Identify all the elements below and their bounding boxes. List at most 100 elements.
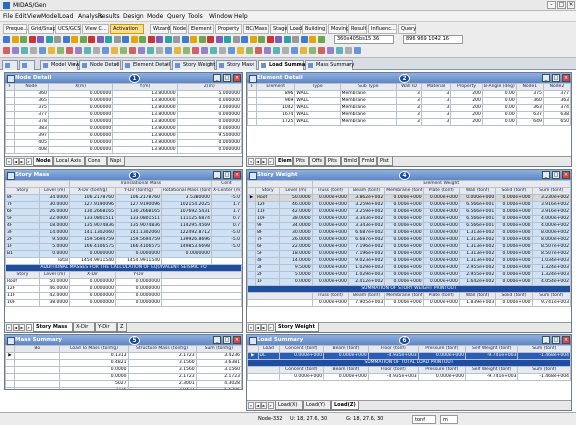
table-row[interactable]: 11F 42.0000 0.000e+000 3.259e+002 0.000e+000… xyxy=(247,208,571,216)
menu-item-file[interactable]: File xyxy=(3,13,13,20)
sum-row[interactable]: 0.000e+000 0.000e+000 -4.935e+003 0.000e+00… xyxy=(247,373,571,381)
toolbar-tool-icon[interactable] xyxy=(93,47,100,54)
table-row[interactable]: 12F 46.0000 0.0000000 0.0000000 xyxy=(5,285,242,293)
table-row[interactable]: 365 0.000000 13.800000 0.000000 xyxy=(5,97,242,105)
minimize-pane-button[interactable]: _ xyxy=(542,74,550,82)
toolbar-tool-icon[interactable] xyxy=(37,36,44,43)
toolbar-tool-icon[interactable] xyxy=(138,47,145,54)
toolbar-tool-icon[interactable] xyxy=(21,47,28,54)
selection-combo-2[interactable]: 896 969 1042 16 xyxy=(403,35,463,44)
doc-tab-node-detail[interactable]: Node Detail × xyxy=(79,60,121,70)
toolbar-tool-icon[interactable] xyxy=(237,47,244,54)
toolbar-tab-property[interactable]: Property xyxy=(215,24,242,34)
table-row[interactable]: ▶ DL 0.000e+000 0.000e+000 -4.935e+003 0.000e… xyxy=(247,352,571,360)
tab-nav-button[interactable]: ► xyxy=(261,158,267,165)
table-row[interactable]: B1 0.0000 0.0000000 0.0000000 0.0000000 xyxy=(5,250,242,258)
toolbar-tool-icon[interactable] xyxy=(84,47,91,54)
toolbar-tool-icon[interactable] xyxy=(129,47,136,54)
toolbar-tool-icon[interactable] xyxy=(113,36,121,43)
tab-nav-button[interactable]: » xyxy=(25,324,32,331)
tab-nav-button[interactable]: « xyxy=(248,402,254,409)
table-row[interactable]: 0.4821 3.1560 3.6381 xyxy=(5,359,242,367)
toolbar-tool-icon[interactable] xyxy=(207,36,214,43)
tab-nav-button[interactable]: » xyxy=(25,158,32,165)
toolbar-tool-icon[interactable] xyxy=(11,36,19,43)
sheet-tab-nspi[interactable]: Nspi xyxy=(107,157,125,166)
toolbar-tool-icon[interactable] xyxy=(275,36,282,43)
toolbar-tab-gridsnap[interactable]: Grid/Snap xyxy=(28,24,56,34)
toolbar-tab-preque[interactable]: Preque... xyxy=(3,24,28,34)
table-row[interactable]: 1674 WALL Membrane 3 3 200 0.00 637 638 xyxy=(247,111,571,119)
close-tab-icon[interactable]: × xyxy=(347,61,351,70)
tab-nav-button[interactable]: ► xyxy=(261,324,267,331)
minimize-pane-button[interactable]: _ xyxy=(213,171,221,179)
close-tab-icon[interactable]: × xyxy=(165,61,169,70)
menu-item-help[interactable]: Help xyxy=(234,13,248,20)
sheet-tab-bmld[interactable]: Bmld xyxy=(341,157,359,166)
sheet-tab-story-mass[interactable]: Story Mass xyxy=(33,323,73,332)
table-row[interactable]: 405 0.000000 13.800000 0.000000 xyxy=(5,139,242,147)
toolbar-tab-viewc[interactable]: View C... xyxy=(82,24,109,34)
tab-nav-button[interactable]: ◄ xyxy=(254,158,261,165)
tab-nav-button[interactable]: » xyxy=(267,158,274,165)
doc-tab-story-mas[interactable]: Story Mas × xyxy=(216,60,257,70)
load-summary-table[interactable]: Load Concent (tonf) Beam (tonf) Floor (tonf… xyxy=(247,345,571,400)
toolbar-tool-icon[interactable] xyxy=(96,36,104,43)
band-row[interactable]: SUMMATION OF TOTAL LOAD PRINTOUT xyxy=(247,359,571,367)
minimize-pane-button[interactable]: _ xyxy=(213,336,221,344)
toolbar-tool-icon[interactable] xyxy=(12,47,19,54)
sheet-tab-load-z-[interactable]: Load(Z) xyxy=(331,401,359,410)
toolbar-tool-icon[interactable] xyxy=(224,36,231,43)
table-row[interactable]: 1F 0.0000 0.000e+000 2.412e+002 0.000e+000 0.… xyxy=(247,278,571,286)
table-row[interactable]: 1F 5.0000 166.4106575 166.4106575 149853.669… xyxy=(5,243,242,251)
toolbar-tab-load[interactable]: Load xyxy=(287,24,302,34)
group-header-row[interactable]: Element Weight xyxy=(247,180,571,188)
toolbar-tool-icon[interactable] xyxy=(75,47,82,54)
toolbar-tab-stage[interactable]: Stage xyxy=(270,24,287,34)
menu-item-load[interactable]: Load xyxy=(59,13,73,20)
sheet-tab-story-weight[interactable]: Story Weight xyxy=(275,323,319,332)
element-table[interactable]: F Element Type Sub Type Wall ID Material Prope… xyxy=(247,83,571,156)
table-row[interactable]: 8F 34.0000 106.2178760 106.2178760 3.5380000… xyxy=(5,194,242,202)
toolbar-tool-icon[interactable] xyxy=(39,47,46,54)
header-row[interactable]: Story Level (m) Truss (tonf) Beam (tonf) Mem… xyxy=(247,187,571,195)
toolbar-tab-wizard[interactable]: Wizard xyxy=(150,24,170,34)
toolbar-tool-icon[interactable] xyxy=(164,36,172,43)
tab-nav-button[interactable]: ◄ xyxy=(12,324,19,331)
toolbar-tool-icon[interactable] xyxy=(300,47,307,54)
toolbar-tool-icon[interactable] xyxy=(219,47,226,54)
close-pane-button[interactable]: × xyxy=(562,171,570,179)
table-row[interactable]: 4F 18.0000 135.9074836 135.9074836 114295.45… xyxy=(5,222,242,230)
sheet-tab-pits[interactable]: Pits xyxy=(293,157,309,166)
toolbar-tab-moving[interactable]: Moving xyxy=(328,24,349,34)
toolbar-tool-icon[interactable] xyxy=(198,36,206,43)
toolbar-tool-icon[interactable] xyxy=(266,36,274,43)
toolbar-tool-icon[interactable] xyxy=(122,36,129,43)
header-row[interactable]: Bo Load To Mass (tonf/g) Structure Mass (t… xyxy=(5,345,242,353)
sheet-tab-cons[interactable]: Cons xyxy=(85,157,107,166)
doc-tab-model-view[interactable]: Model View × xyxy=(40,60,79,70)
toolbar-tool-icon[interactable] xyxy=(111,47,118,54)
table-row[interactable]: 5F 18.0000 0.000e+000 7.196e+002 0.000e+000 0… xyxy=(247,250,571,258)
sheet-tab-z[interactable]: Z xyxy=(117,323,127,332)
doc-tab-load-summary[interactable]: Load Summary × xyxy=(258,60,311,70)
menu-item-query[interactable]: Query xyxy=(167,13,185,20)
toolbar-tool-icon[interactable] xyxy=(48,47,55,54)
toolbar-tool-icon[interactable] xyxy=(66,47,73,54)
toolbar-tool-icon[interactable] xyxy=(201,47,208,54)
tab-nav-button[interactable]: ► xyxy=(19,324,25,331)
toolbar-tool-icon[interactable] xyxy=(318,47,325,54)
toolbar-tool-icon[interactable] xyxy=(88,36,95,43)
toolbar-tool-icon[interactable] xyxy=(174,47,181,54)
sheet-tab-node[interactable]: Node xyxy=(33,157,53,166)
force-unit-select[interactable]: tonf xyxy=(412,415,436,424)
table-row[interactable]: 8F 30.0000 0.000e+000 6.687e+002 0.000e+000 0… xyxy=(247,229,571,237)
band-row[interactable]: SUMMATION OF STORY WEIGHT PRINTOUT xyxy=(247,285,571,293)
sheet-tab-local-axis[interactable]: Local Axis xyxy=(53,157,85,166)
sheet-tab-elem[interactable]: Elem xyxy=(275,157,293,166)
table-row[interactable]: Roof 50.0000 0.0000000 0.0000000 xyxy=(5,278,242,286)
toolbar-tool-icon[interactable] xyxy=(183,47,190,54)
sheet-tab-y-dir[interactable]: Y-Dir xyxy=(95,323,117,332)
toolbar-tool-icon[interactable] xyxy=(3,36,10,43)
table-row[interactable]: 5027 2.3001 4.3028 xyxy=(5,380,242,388)
